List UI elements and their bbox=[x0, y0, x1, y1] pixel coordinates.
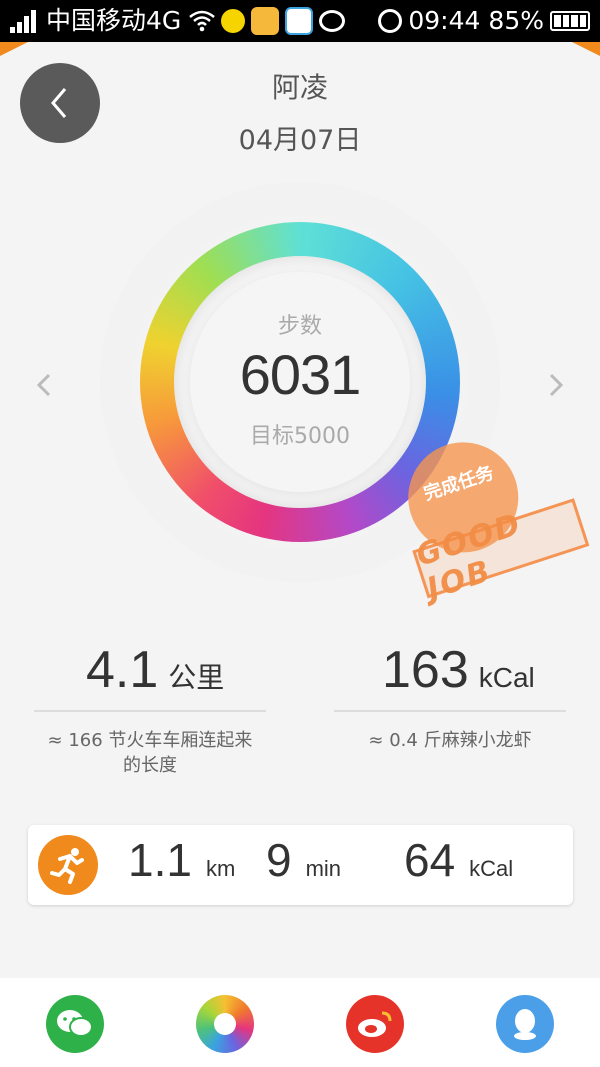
carrier-label: 中国移动4G bbox=[46, 6, 182, 35]
status-right: 09:44 85% bbox=[378, 0, 590, 42]
share-bar bbox=[0, 978, 600, 1067]
prev-day-arrow[interactable] bbox=[34, 370, 54, 400]
activity-distance: 1.1 km bbox=[128, 834, 236, 886]
game-notification-icon bbox=[251, 7, 280, 35]
distance-value: 4.1 bbox=[86, 641, 159, 699]
battery-percent: 85% bbox=[488, 6, 544, 35]
alarm-icon bbox=[378, 9, 403, 33]
wechat-icon[interactable] bbox=[46, 995, 104, 1053]
calories-value: 163 bbox=[382, 641, 469, 699]
signal-icon bbox=[10, 9, 38, 33]
app-notification-icon bbox=[221, 9, 246, 33]
moments-icon[interactable] bbox=[196, 995, 254, 1053]
clock-label: 09:44 bbox=[408, 6, 481, 35]
distance-note: ≈ 166 节火车车厢连起来 的长度 bbox=[47, 730, 253, 776]
date-label: 04月07日 bbox=[238, 125, 362, 156]
steps-label: 步数 bbox=[277, 314, 322, 339]
page-title: 阿凌 bbox=[271, 71, 328, 104]
ifly-notification-icon bbox=[285, 7, 314, 35]
running-icon bbox=[38, 835, 98, 895]
battery-icon bbox=[550, 11, 590, 31]
status-left: 中国移动4G bbox=[10, 0, 346, 42]
distance-unit: 公里 bbox=[168, 662, 225, 693]
sync-notification-icon bbox=[319, 10, 346, 32]
calories-divider bbox=[334, 710, 566, 712]
status-bar: 中国移动4G 09:44 85% bbox=[0, 0, 600, 42]
next-day-arrow[interactable] bbox=[546, 370, 566, 400]
corner-accent-left bbox=[0, 42, 28, 56]
calories-note: ≈ 0.4 斤麻辣小龙虾 bbox=[368, 730, 532, 751]
calories-unit: kCal bbox=[478, 662, 535, 693]
distance-divider bbox=[34, 710, 266, 712]
weibo-icon[interactable] bbox=[346, 995, 404, 1053]
qq-icon[interactable] bbox=[496, 995, 554, 1053]
wifi-icon bbox=[189, 10, 216, 32]
calories-stat: 163 kCal bbox=[382, 640, 535, 700]
distance-stat: 4.1 公里 bbox=[86, 640, 224, 700]
activity-calories: 64 kCal bbox=[404, 834, 514, 886]
steps-goal: 目标5000 bbox=[250, 424, 350, 449]
activity-duration: 9 min bbox=[266, 834, 342, 886]
steps-count: 6031 bbox=[239, 343, 362, 406]
corner-accent-right bbox=[572, 42, 600, 56]
activity-card[interactable]: 1.1 km 9 min 64 kCal bbox=[28, 825, 573, 905]
